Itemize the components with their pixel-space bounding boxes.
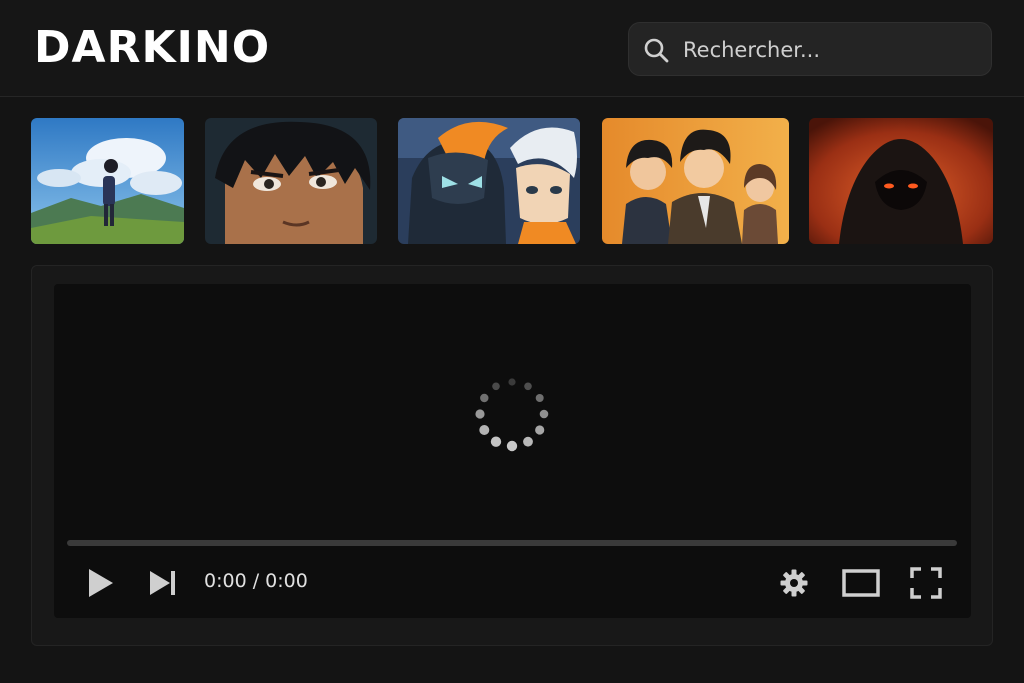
thumbnail-three-characters[interactable] [602, 118, 789, 244]
time-display: 0:00 / 0:00 [204, 570, 308, 592]
thumbnail-image [602, 118, 789, 244]
thumbnail-image [31, 118, 184, 244]
fullscreen-icon[interactable] [910, 567, 942, 599]
thumbnail-image [398, 118, 580, 244]
thumbnail-image [205, 118, 377, 244]
loading-spinner-icon [475, 378, 549, 452]
next-icon[interactable] [148, 569, 178, 597]
thumbnail-mecha-and-white-haired-boy[interactable] [398, 118, 580, 244]
play-icon[interactable] [86, 567, 116, 599]
search-icon [644, 38, 669, 63]
search-bar[interactable] [628, 22, 992, 77]
site-logo[interactable]: DARKINO [34, 22, 270, 73]
site-header: DARKINO [0, 0, 1024, 97]
search-input[interactable] [681, 23, 985, 77]
thumbnail-hooded-figure[interactable] [809, 118, 993, 244]
progress-bar[interactable] [67, 540, 957, 546]
settings-gear-icon[interactable] [779, 568, 809, 598]
theater-mode-icon[interactable] [842, 569, 880, 597]
thumbnail-dark-haired-boy[interactable] [205, 118, 377, 244]
thumbnail-image [809, 118, 993, 244]
thumbnail-boy-on-hill[interactable] [31, 118, 184, 244]
